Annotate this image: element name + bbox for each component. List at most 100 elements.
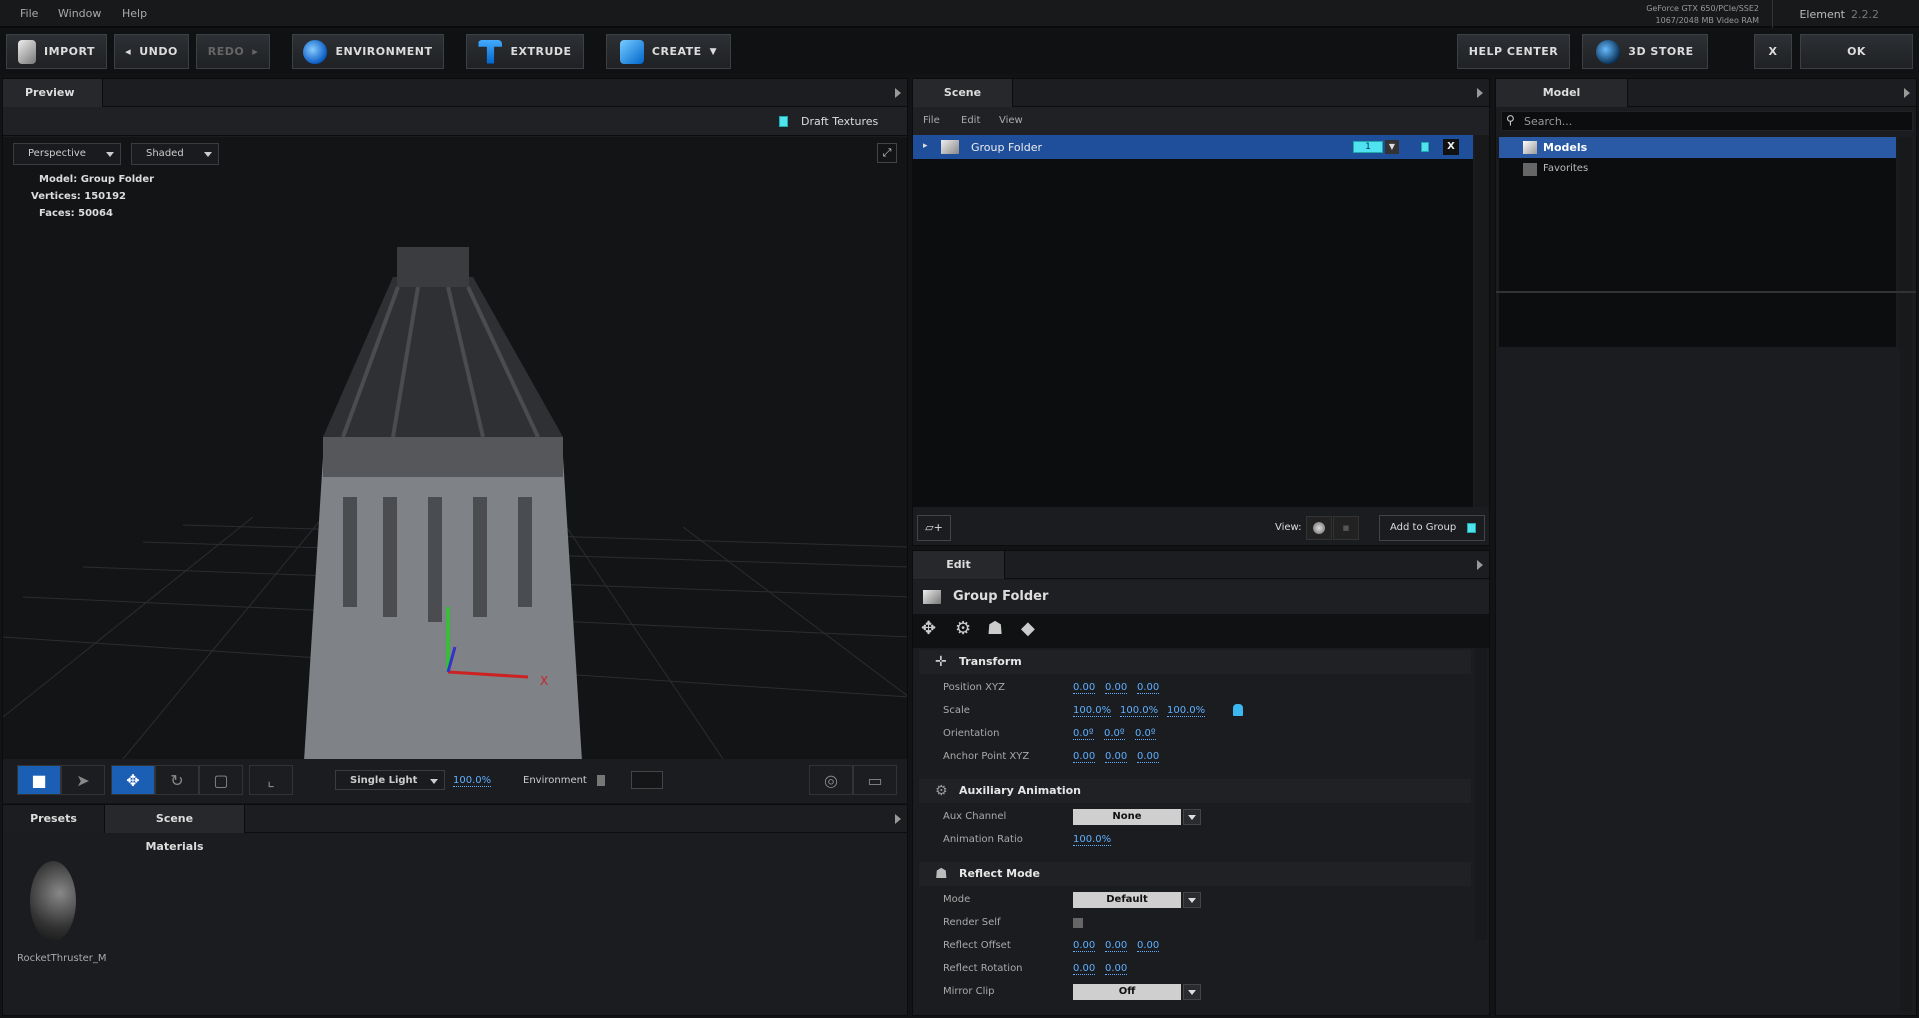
close-button[interactable]: X [1754, 34, 1792, 69]
panel-menu-arrow-icon[interactable] [895, 88, 901, 98]
scene-row-group-folder[interactable]: ▸ Group Folder 1 ▼ X [913, 135, 1473, 159]
lock-icon[interactable] [1233, 704, 1243, 716]
menu-help[interactable]: Help [122, 7, 147, 20]
render-self-checkbox[interactable] [1073, 918, 1083, 928]
panel-menu-arrow-icon[interactable] [1477, 560, 1483, 570]
light-intensity-value[interactable]: 100.0% [453, 775, 492, 787]
store-globe-icon [1596, 39, 1621, 64]
position-x[interactable]: 0.00 [1073, 682, 1096, 694]
expand-arrow-icon[interactable]: ▸ [923, 141, 928, 151]
panel-menu-arrow-icon[interactable] [895, 814, 901, 824]
search-input[interactable]: ⚲ Search... [1501, 111, 1913, 131]
scene-menu: File Edit View [913, 107, 1489, 135]
maximize-icon[interactable]: ⤢ [877, 143, 897, 163]
scene-row-name: Group Folder [971, 141, 1042, 154]
orientation-z[interactable]: 0.0º [1135, 728, 1156, 740]
add-to-group-checkbox[interactable] [1467, 523, 1476, 533]
reflect-rotation-x[interactable]: 0.00 [1073, 963, 1096, 975]
transform-icon[interactable]: ✥ [921, 618, 936, 639]
visibility-toggle[interactable] [1421, 142, 1429, 152]
reflect-rotation-y[interactable]: 0.00 [1105, 963, 1128, 975]
browser-lower-scrollbar[interactable] [1900, 295, 1912, 1011]
new-folder-icon[interactable]: ▱+ [917, 515, 951, 541]
tab-presets[interactable]: Presets [3, 805, 105, 833]
ok-button[interactable]: OK [1800, 34, 1913, 69]
move-tool-icon[interactable]: ✥ [111, 765, 155, 795]
scene-menu-view[interactable]: View [999, 115, 1023, 126]
position-y[interactable]: 0.00 [1105, 682, 1128, 694]
scale-x[interactable]: 100.0% [1073, 705, 1112, 717]
reflect-offset-z[interactable]: 0.00 [1137, 940, 1160, 952]
ok-label: OK [1847, 45, 1866, 58]
lighting-dropdown[interactable]: Single Light [335, 770, 445, 790]
menu-file[interactable]: File [20, 7, 38, 20]
cubes-view-icon[interactable]: ▪ [1333, 516, 1359, 540]
redo-button[interactable]: REDO ▸ [196, 34, 270, 69]
reflect-offset-x[interactable]: 0.00 [1073, 940, 1096, 952]
mirror-clip-dropdown[interactable]: Off [1073, 984, 1201, 1000]
scale-tool-icon[interactable]: ▢ [199, 765, 243, 795]
environment-button[interactable]: ENVIRONMENT [292, 34, 444, 69]
3d-store-button[interactable]: 3D STORE [1582, 34, 1708, 69]
edit-tabbar: Edit [913, 551, 1489, 579]
tree-item-favorites[interactable]: Favorites [1499, 159, 1896, 180]
transform-section[interactable]: ✛ Transform [919, 650, 1471, 674]
divider [1772, 0, 1773, 28]
orientation-y[interactable]: 0.0º [1104, 728, 1125, 740]
tab-scene-materials[interactable]: Scene Materials [105, 805, 245, 853]
environment-checkbox[interactable] [597, 775, 605, 786]
undo-button[interactable]: ◂ UNDO [114, 34, 189, 69]
screen-icon[interactable]: ▭ [853, 765, 897, 795]
panel-menu-arrow-icon[interactable] [1904, 88, 1910, 98]
panel-menu-arrow-icon[interactable] [1477, 88, 1483, 98]
edit-scrollbar[interactable] [1475, 648, 1487, 940]
camera-tool-icon[interactable]: ■ [17, 765, 61, 795]
auxiliary-animation-section[interactable]: ⚙ Auxiliary Animation [919, 779, 1471, 803]
tab-preview[interactable]: Preview [3, 79, 103, 107]
rotate-tool-icon[interactable]: ↻ [155, 765, 199, 795]
remove-button[interactable]: X [1443, 139, 1459, 155]
browser-splitter[interactable] [1496, 291, 1916, 295]
gears-icon[interactable]: ⚙ [955, 618, 971, 639]
reflect-offset-y[interactable]: 0.00 [1105, 940, 1128, 952]
reflect-mode-section[interactable]: ☗ Reflect Mode [919, 862, 1471, 886]
scene-menu-edit[interactable]: Edit [961, 115, 980, 126]
import-button[interactable]: IMPORT [6, 34, 107, 69]
create-button[interactable]: CREATE ▼ [606, 34, 731, 69]
lighting-value: Single Light [350, 775, 418, 786]
anchor-x[interactable]: 0.00 [1073, 751, 1096, 763]
target-icon[interactable]: ◎ [809, 765, 853, 795]
orientation-x[interactable]: 0.0º [1073, 728, 1094, 740]
axis-tool-icon[interactable]: ⌞ [249, 765, 293, 795]
chevron-down-icon[interactable]: ▼ [1385, 140, 1399, 154]
scene-scrollbar[interactable] [1475, 135, 1489, 507]
scene-menu-file[interactable]: File [923, 115, 940, 126]
anchor-z[interactable]: 0.00 [1137, 751, 1160, 763]
menu-window[interactable]: Window [58, 7, 101, 20]
camera-dropdown[interactable]: Perspective [13, 143, 121, 165]
mode-dropdown[interactable]: Default [1073, 892, 1201, 908]
aux-channel-dropdown[interactable]: None [1073, 809, 1201, 825]
layer-count[interactable]: 1 [1353, 141, 1383, 153]
position-z[interactable]: 0.00 [1137, 682, 1160, 694]
environment-color-swatch[interactable] [631, 771, 663, 789]
draft-textures-checkbox[interactable] [779, 116, 788, 127]
extrude-button[interactable]: EXTRUDE [466, 34, 584, 69]
scale-z[interactable]: 100.0% [1167, 705, 1206, 717]
help-center-button[interactable]: HELP CENTER [1457, 34, 1570, 69]
tab-scene[interactable]: Scene [913, 79, 1013, 107]
add-to-group-button[interactable]: Add to Group [1379, 515, 1485, 541]
tab-model-browser[interactable]: Model Browser [1496, 79, 1628, 127]
sphere-view-icon[interactable] [1306, 516, 1332, 540]
viewport-3d[interactable]: X Perspective Shaded ⤢ Model: Group Fold… [3, 137, 907, 759]
anchor-y[interactable]: 0.00 [1105, 751, 1128, 763]
shading-dropdown[interactable]: Shaded [131, 143, 219, 165]
diamond-icon[interactable]: ◆ [1021, 618, 1035, 639]
scale-y[interactable]: 100.0% [1120, 705, 1159, 717]
select-tool-icon[interactable]: ➤ [61, 765, 105, 795]
tab-edit[interactable]: Edit [913, 551, 1005, 579]
material-item[interactable]: RocketThruster_M [17, 861, 107, 964]
tree-item-models[interactable]: Models [1499, 137, 1896, 158]
animation-ratio-value[interactable]: 100.0% [1073, 834, 1112, 846]
reflect-icon[interactable]: ☗ [987, 618, 1003, 639]
